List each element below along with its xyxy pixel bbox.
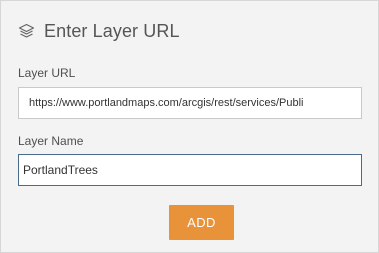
layer-url-input[interactable] bbox=[18, 87, 362, 119]
enter-layer-url-panel: Enter Layer URL Layer URL Layer Name ADD bbox=[0, 0, 379, 253]
layer-name-label: Layer Name bbox=[18, 134, 84, 148]
add-button[interactable]: ADD bbox=[169, 205, 234, 240]
panel-header: Enter Layer URL bbox=[18, 18, 180, 44]
layer-url-label: Layer URL bbox=[18, 66, 76, 80]
layers-icon bbox=[18, 23, 35, 40]
layer-name-input[interactable] bbox=[18, 154, 362, 186]
panel-title: Enter Layer URL bbox=[44, 20, 180, 41]
